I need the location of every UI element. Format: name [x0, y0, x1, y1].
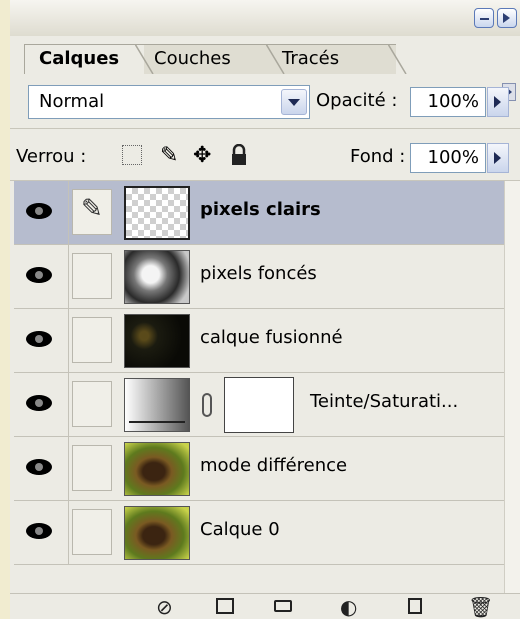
layer-row[interactable]: pixels foncés: [14, 245, 504, 309]
panel-tabs: Tracés Couches Calques: [10, 36, 520, 101]
layer-thumbnail[interactable]: [124, 314, 190, 368]
eye-icon[interactable]: [26, 459, 52, 475]
layer-name[interactable]: pixels foncés: [200, 263, 317, 284]
layer-name[interactable]: Calque 0: [200, 519, 280, 540]
tab-traces[interactable]: Tracés: [268, 44, 396, 74]
new-layer-icon[interactable]: [408, 598, 422, 614]
layers-panel: Tracés Couches Calques Normal Opacité : …: [10, 0, 520, 619]
layer-name[interactable]: calque fusionné: [200, 327, 343, 348]
link-toggle[interactable]: [72, 509, 112, 555]
eye-icon[interactable]: [26, 523, 52, 539]
panel-title-bar: [10, 0, 520, 36]
layer-name[interactable]: Teinte/Saturati...: [310, 391, 458, 412]
layer-row[interactable]: calque fusionné: [14, 309, 504, 373]
eye-icon[interactable]: [26, 331, 52, 347]
link-toggle[interactable]: [72, 253, 112, 299]
chain-link-icon[interactable]: [202, 393, 212, 417]
trash-icon[interactable]: 🗑: [468, 596, 493, 618]
layer-name[interactable]: mode différence: [200, 455, 347, 476]
eye-icon[interactable]: [26, 395, 52, 411]
brush-icon: ✎: [81, 194, 103, 224]
lock-position-move-icon[interactable]: ✥: [193, 144, 211, 168]
opacity-input[interactable]: 100%: [410, 87, 486, 117]
tab-calques[interactable]: Calques: [24, 44, 144, 74]
add-mask-icon[interactable]: [216, 598, 234, 614]
layer-row[interactable]: ✎ pixels clairs: [14, 181, 504, 245]
adjustment-layer-icon[interactable]: ◐: [340, 596, 357, 618]
blend-mode-value: Normal: [39, 91, 105, 112]
layer-name[interactable]: pixels clairs: [200, 199, 321, 220]
lock-all-padlock-icon[interactable]: [230, 143, 248, 172]
visibility-toggle[interactable]: [14, 245, 69, 308]
layer-row[interactable]: mode différence: [14, 437, 504, 501]
tab-edge: [135, 44, 154, 74]
visibility-toggle[interactable]: [14, 437, 69, 500]
layers-list: ✎ pixels clairs pixels foncés calque fus…: [14, 181, 504, 593]
tab-couches[interactable]: Couches: [140, 44, 274, 74]
blend-mode-dropdown[interactable]: Normal: [28, 85, 310, 119]
fill-slider-button[interactable]: [487, 143, 509, 173]
layer-row[interactable]: Teinte/Saturati...: [14, 373, 504, 437]
minimize-button[interactable]: [474, 8, 494, 28]
layer-row[interactable]: Calque 0: [14, 501, 504, 565]
opacity-slider-button[interactable]: [487, 87, 509, 117]
layers-scrollbar[interactable]: [504, 181, 520, 593]
layer-mask-thumbnail[interactable]: [224, 377, 294, 433]
link-toggle[interactable]: ✎: [72, 189, 112, 235]
eye-icon[interactable]: [26, 267, 52, 283]
visibility-toggle[interactable]: [14, 501, 69, 564]
link-toggle[interactable]: [72, 381, 112, 427]
link-toggle[interactable]: [72, 317, 112, 363]
layer-thumbnail[interactable]: [124, 442, 190, 496]
visibility-toggle[interactable]: [14, 373, 69, 436]
chevron-down-icon[interactable]: [281, 89, 307, 115]
fill-label: Fond :: [350, 146, 406, 167]
divider: [10, 128, 520, 129]
visibility-toggle[interactable]: [14, 309, 69, 372]
layer-thumbnail[interactable]: [124, 506, 190, 560]
opacity-label: Opacité :: [316, 90, 398, 111]
visibility-toggle[interactable]: [14, 181, 69, 244]
layer-style-fx-icon[interactable]: ⊘: [156, 596, 173, 618]
panel-menu-button[interactable]: [497, 8, 517, 28]
new-group-folder-icon[interactable]: [274, 600, 292, 612]
layer-thumbnail[interactable]: [124, 250, 190, 304]
adjustment-layer-thumbnail[interactable]: [124, 378, 190, 432]
link-toggle[interactable]: [72, 445, 112, 491]
fill-input[interactable]: 100%: [410, 143, 486, 173]
lock-label: Verrou :: [16, 146, 87, 167]
lock-transparency-icon[interactable]: [122, 145, 142, 165]
eye-icon[interactable]: [26, 203, 52, 219]
tab-edge: [266, 44, 285, 74]
lock-pixels-brush-icon[interactable]: ✎: [160, 144, 178, 168]
layers-toolbar: ⊘ ◐ 🗑: [10, 593, 520, 619]
tab-edge: [388, 44, 407, 74]
layer-thumbnail[interactable]: [124, 186, 190, 240]
